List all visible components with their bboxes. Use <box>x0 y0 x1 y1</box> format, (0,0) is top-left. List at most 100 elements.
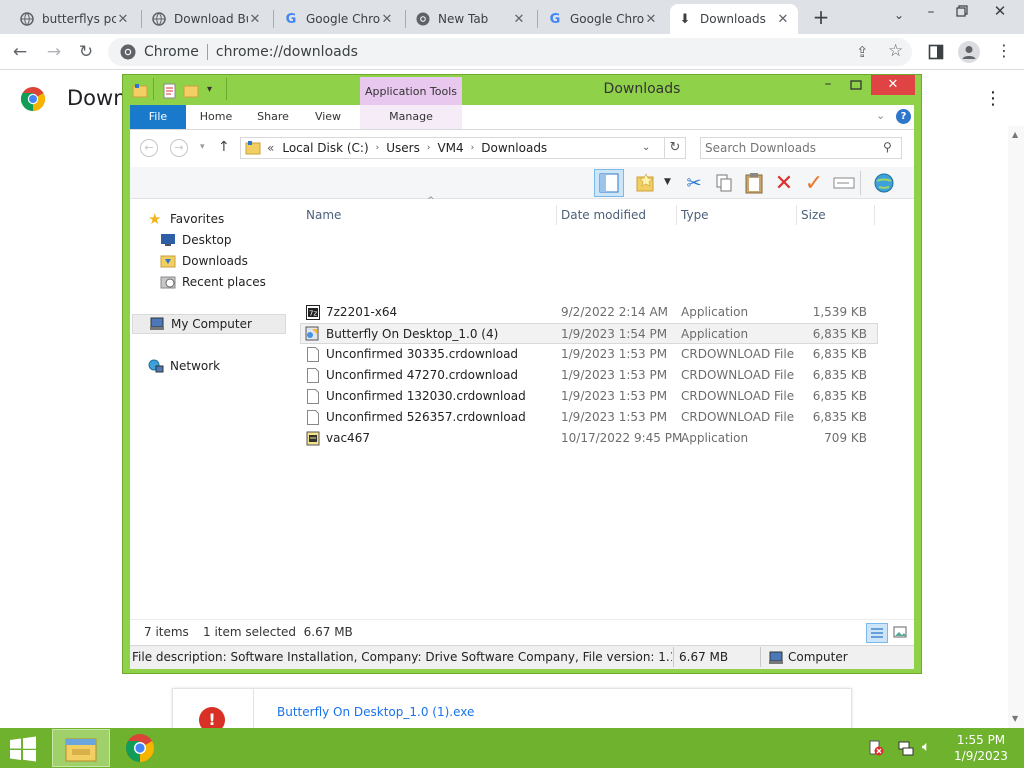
breadcrumb-item[interactable]: Local Disk (C:) <box>282 141 368 155</box>
explorer-minimize-button[interactable]: – <box>815 76 841 96</box>
cut-icon[interactable]: ✂ <box>682 171 706 195</box>
back-button[interactable]: ← <box>140 139 158 157</box>
action-center-alert-icon[interactable] <box>868 740 884 756</box>
bookmark-star-icon[interactable]: ☆ <box>888 41 903 61</box>
table-row[interactable]: Unconfirmed 47270.crdownload 1/9/2023 1:… <box>300 365 878 386</box>
details-view-button[interactable] <box>866 623 888 643</box>
help-icon[interactable]: ? <box>896 109 911 124</box>
rename-check-icon[interactable]: ✓ <box>802 171 826 196</box>
close-icon[interactable]: ✕ <box>116 12 130 27</box>
tab-search-icon[interactable]: ⌄ <box>890 8 908 26</box>
tab-download-butterfly[interactable]: Download Bu ✕ <box>144 4 270 34</box>
tab-title: Google Chro <box>570 12 644 26</box>
address-bar[interactable]: Chrome chrome://downloads ⇪ ☆ <box>108 38 912 66</box>
column-size[interactable]: Size <box>801 203 873 227</box>
expand-ribbon-icon[interactable]: ⌄ <box>876 109 885 122</box>
table-row[interactable]: Unconfirmed 30335.crdownload 1/9/2023 1:… <box>300 344 878 365</box>
restore-button[interactable] <box>953 2 971 22</box>
table-row[interactable]: Unconfirmed 132030.crdownload 1/9/2023 1… <box>300 386 878 407</box>
table-row[interactable]: Butterfly On Desktop_1.0 (4) 1/9/2023 1:… <box>300 323 878 344</box>
explorer-maximize-button[interactable] <box>843 76 869 96</box>
column-name[interactable]: Name <box>300 203 556 227</box>
scroll-down-icon[interactable]: ▼ <box>1012 714 1018 723</box>
tab-file[interactable]: File <box>130 105 186 129</box>
share-icon[interactable]: ⇪ <box>856 43 869 61</box>
nav-network[interactable]: Network <box>148 356 220 376</box>
scroll-up-icon[interactable]: ▲ <box>1012 130 1018 139</box>
breadcrumb-overflow[interactable]: « <box>267 141 274 155</box>
volume-icon[interactable]: 🔈︎ <box>922 739 940 757</box>
address-dropdown-icon[interactable]: ⌄ <box>642 142 650 153</box>
search-box[interactable]: ⚲ <box>700 137 902 159</box>
dropdown-icon[interactable]: ▼ <box>664 177 671 187</box>
up-button[interactable]: ↑ <box>218 139 230 155</box>
table-row[interactable]: vac467 10/17/2022 9:45 PM Application 70… <box>300 428 878 449</box>
back-button[interactable]: ← <box>8 40 32 64</box>
forward-button[interactable]: → <box>42 40 66 64</box>
nav-favorites[interactable]: ★ Favorites <box>148 209 224 229</box>
tab-share[interactable]: Share <box>250 105 296 129</box>
tab-title: Download Bu <box>174 12 248 26</box>
tab-google-chrome-1[interactable]: G Google Chro ✕ <box>276 4 402 34</box>
tab-manage[interactable]: Manage <box>360 105 462 129</box>
delete-icon[interactable]: ✕ <box>772 171 796 196</box>
reload-button[interactable]: ↻ <box>74 40 98 64</box>
close-icon[interactable]: ✕ <box>776 12 790 27</box>
breadcrumb-item[interactable]: Downloads <box>481 141 547 155</box>
profile-avatar[interactable] <box>958 41 980 63</box>
tab-google-chrome-2[interactable]: G Google Chro ✕ <box>540 4 666 34</box>
tab-home[interactable]: Home <box>192 105 240 129</box>
search-input[interactable] <box>705 140 875 156</box>
folder-options-icon[interactable] <box>634 171 658 195</box>
forward-button[interactable]: → <box>170 139 188 157</box>
minimize-button[interactable]: – <box>920 4 942 24</box>
side-panel-icon[interactable] <box>928 44 944 60</box>
new-tab-button[interactable]: + <box>810 6 832 28</box>
taskbar-chrome[interactable] <box>114 729 166 767</box>
taskbar-clock[interactable]: 1:55 PM 1/9/2023 <box>944 733 1018 763</box>
close-icon[interactable]: ✕ <box>644 12 658 27</box>
recent-locations-icon[interactable]: ▾ <box>200 142 205 152</box>
tab-new-tab[interactable]: New Tab ✕ <box>408 4 534 34</box>
tab-butterflys-pc[interactable]: butterflys pc ✕ <box>12 4 138 34</box>
rename-icon[interactable] <box>832 171 856 195</box>
close-icon[interactable]: ✕ <box>380 12 394 27</box>
network-tray-icon[interactable] <box>898 740 914 756</box>
table-row[interactable]: 7z 7z2201-x64 9/2/2022 2:14 AM Applicati… <box>300 302 878 323</box>
breadcrumb-item[interactable]: Users <box>386 141 420 155</box>
nav-my-computer[interactable]: My Computer <box>132 314 286 334</box>
taskbar-file-explorer[interactable] <box>52 729 110 767</box>
chrome-menu-icon[interactable]: ⋮ <box>996 42 1012 62</box>
breadcrumb-item[interactable]: VM4 <box>437 141 463 155</box>
column-type[interactable]: Type <box>681 203 796 227</box>
tab-downloads[interactable]: ⬇ Downloads ✕ <box>670 4 798 34</box>
close-icon[interactable]: ✕ <box>512 12 526 27</box>
nav-recent-places[interactable]: Recent places <box>160 272 266 292</box>
refresh-button[interactable]: ↻ <box>664 137 686 159</box>
explorer-close-button[interactable]: ✕ <box>871 75 915 95</box>
window-close-button[interactable]: ✕ <box>990 2 1010 22</box>
paste-icon[interactable] <box>742 171 766 195</box>
table-row[interactable]: Unconfirmed 526357.crdownload 1/9/2023 1… <box>300 407 878 428</box>
customize-quick-access-icon[interactable]: ▾ <box>207 84 212 95</box>
preview-pane-button[interactable] <box>594 169 624 197</box>
properties-icon[interactable] <box>163 83 177 99</box>
tab-view[interactable]: View <box>306 105 350 129</box>
file-name: Unconfirmed 526357.crdownload <box>326 410 526 424</box>
copy-icon[interactable] <box>712 171 736 195</box>
large-icons-view-button[interactable] <box>890 623 912 643</box>
page-menu-icon[interactable]: ⋮ <box>984 88 1002 109</box>
network-globe-icon[interactable] <box>872 171 896 195</box>
download-item-link[interactable]: Butterfly On Desktop_1.0 (1).exe <box>277 705 474 719</box>
windows-start-button[interactable] <box>8 736 38 762</box>
page-scrollbar[interactable]: ▲ ▼ <box>1008 126 1024 728</box>
close-icon[interactable]: ✕ <box>248 12 262 27</box>
google-icon: G <box>549 11 561 27</box>
nav-downloads[interactable]: Downloads <box>160 251 248 271</box>
search-icon[interactable]: ⚲ <box>883 140 892 154</box>
breadcrumb[interactable]: « Local Disk (C:) › Users › VM4 › Downlo… <box>240 137 686 159</box>
new-folder-icon[interactable] <box>183 83 199 99</box>
file-size: 1,539 KB <box>812 305 867 319</box>
nav-desktop[interactable]: Desktop <box>160 230 232 250</box>
column-date-modified[interactable]: Date modified <box>561 203 676 227</box>
